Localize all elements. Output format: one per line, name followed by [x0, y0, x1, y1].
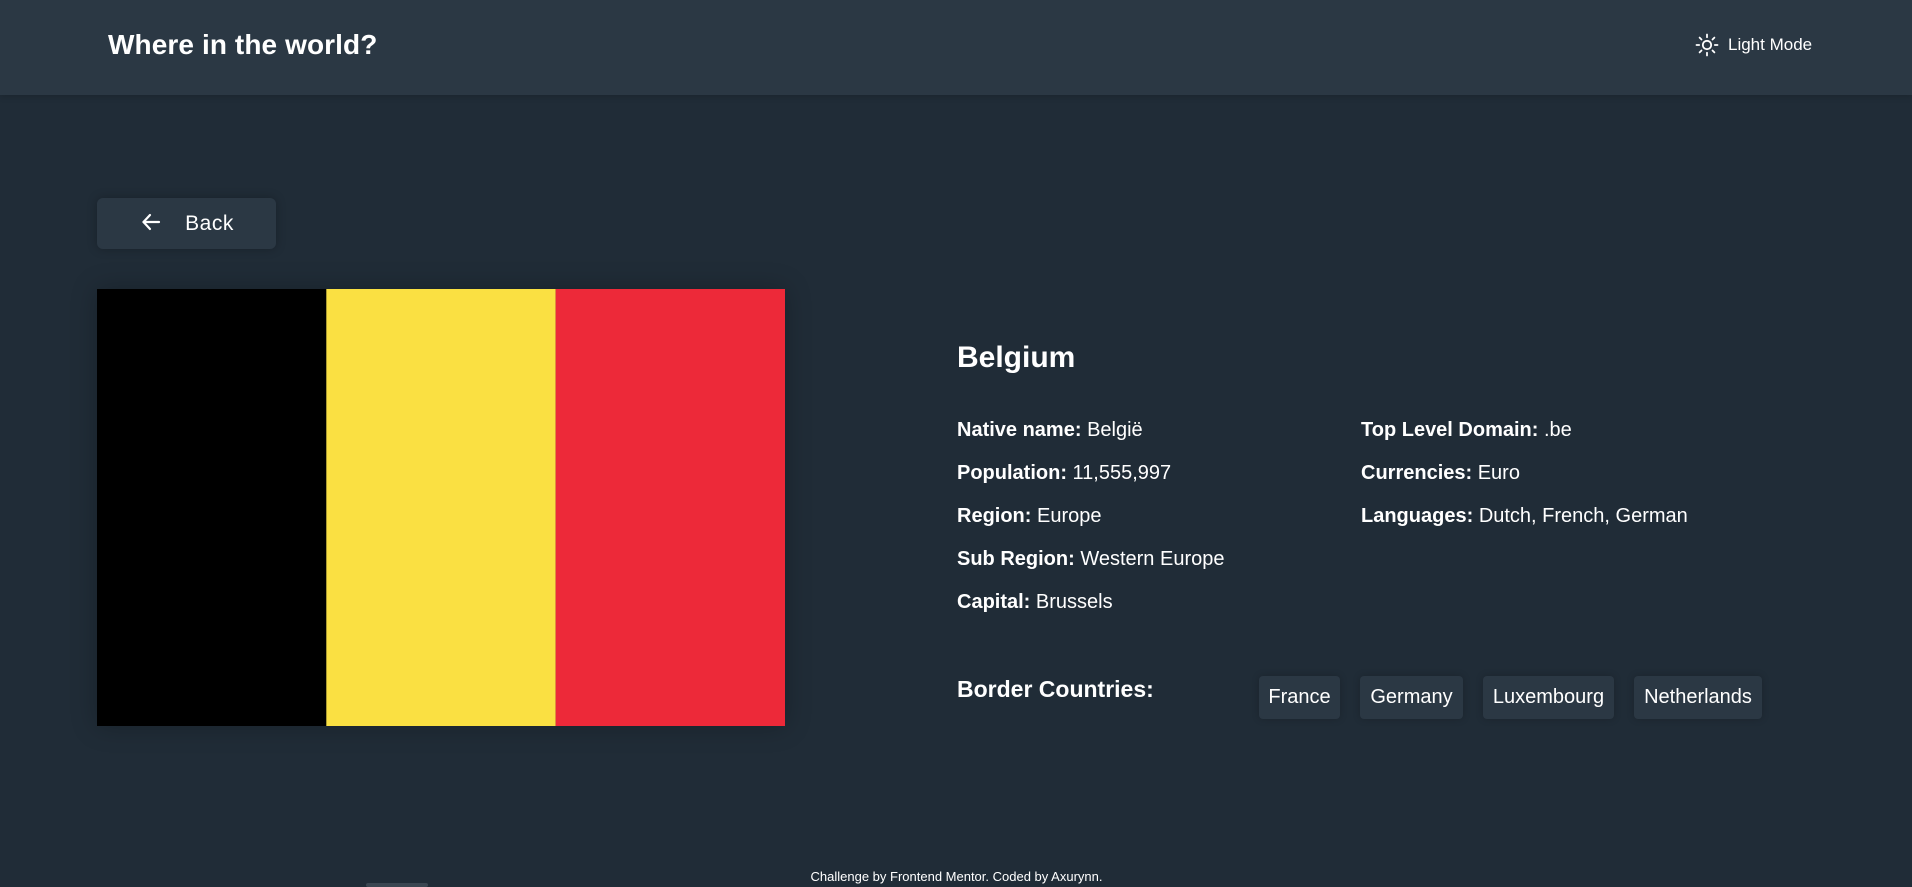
sun-icon: [1695, 33, 1719, 57]
detail-label: Population:: [957, 462, 1067, 484]
arrow-left-icon: [142, 213, 161, 230]
footer-attribution: Challenge by Frontend Mentor. Coded by A…: [810, 869, 1103, 884]
detail-label: Currencies:: [1361, 462, 1473, 484]
detail-population: Population: 11,555,997: [957, 461, 1224, 485]
back-button-label: Back: [185, 211, 234, 235]
detail-languages: Languages: Dutch, French, German: [1361, 504, 1688, 528]
country-flag: [97, 289, 785, 726]
detail-value: Europe: [1037, 505, 1102, 527]
back-button[interactable]: Back: [97, 198, 276, 249]
detail-label: Native name:: [957, 419, 1082, 441]
scrollbar-thumb[interactable]: [366, 883, 428, 887]
theme-toggle-button[interactable]: Light Mode: [1695, 32, 1812, 58]
detail-value: Brussels: [1035, 591, 1113, 613]
detail-label: Languages:: [1361, 505, 1474, 527]
detail-currencies: Currencies: Euro: [1361, 461, 1688, 485]
flag-stripe-yellow: [326, 289, 556, 726]
theme-toggle-label: Light Mode: [1728, 35, 1813, 54]
detail-value: .be: [1543, 419, 1572, 441]
detail-value: België: [1087, 419, 1143, 441]
detail-capital: Capital: Brussels: [957, 590, 1224, 614]
flag-stripe-black: [97, 289, 327, 726]
detail-native-name: Native name: België: [957, 418, 1224, 442]
detail-label: Capital:: [957, 591, 1031, 613]
country-details-primary: Native name: België Population: 11,555,9…: [957, 418, 1224, 633]
detail-label: Region:: [957, 505, 1032, 527]
detail-label: Sub Region:: [957, 548, 1075, 570]
detail-value: 11,555,997: [1072, 462, 1172, 484]
border-countries-label: Border Countries:: [957, 676, 1154, 702]
border-country-france[interactable]: France: [1259, 676, 1340, 719]
top-bar: Where in the world? Light Mode: [0, 0, 1912, 95]
app-title: Where in the world?: [108, 29, 378, 60]
border-country-luxembourg[interactable]: Luxembourg: [1483, 676, 1614, 719]
detail-value: Western Europe: [1080, 548, 1225, 570]
detail-label: Top Level Domain:: [1361, 419, 1539, 441]
detail-value: Dutch, French, German: [1478, 505, 1688, 527]
detail-region: Region: Europe: [957, 504, 1224, 528]
country-name: Belgium: [957, 341, 1076, 374]
detail-value: Euro: [1477, 462, 1520, 484]
border-country-netherlands[interactable]: Netherlands: [1634, 676, 1762, 719]
country-details-secondary: Top Level Domain: .be Currencies: Euro L…: [1361, 418, 1688, 547]
detail-top-level-domain: Top Level Domain: .be: [1361, 418, 1688, 442]
flag-stripe-red: [555, 289, 785, 726]
border-country-germany[interactable]: Germany: [1360, 676, 1463, 719]
detail-sub-region: Sub Region: Western Europe: [957, 547, 1224, 571]
